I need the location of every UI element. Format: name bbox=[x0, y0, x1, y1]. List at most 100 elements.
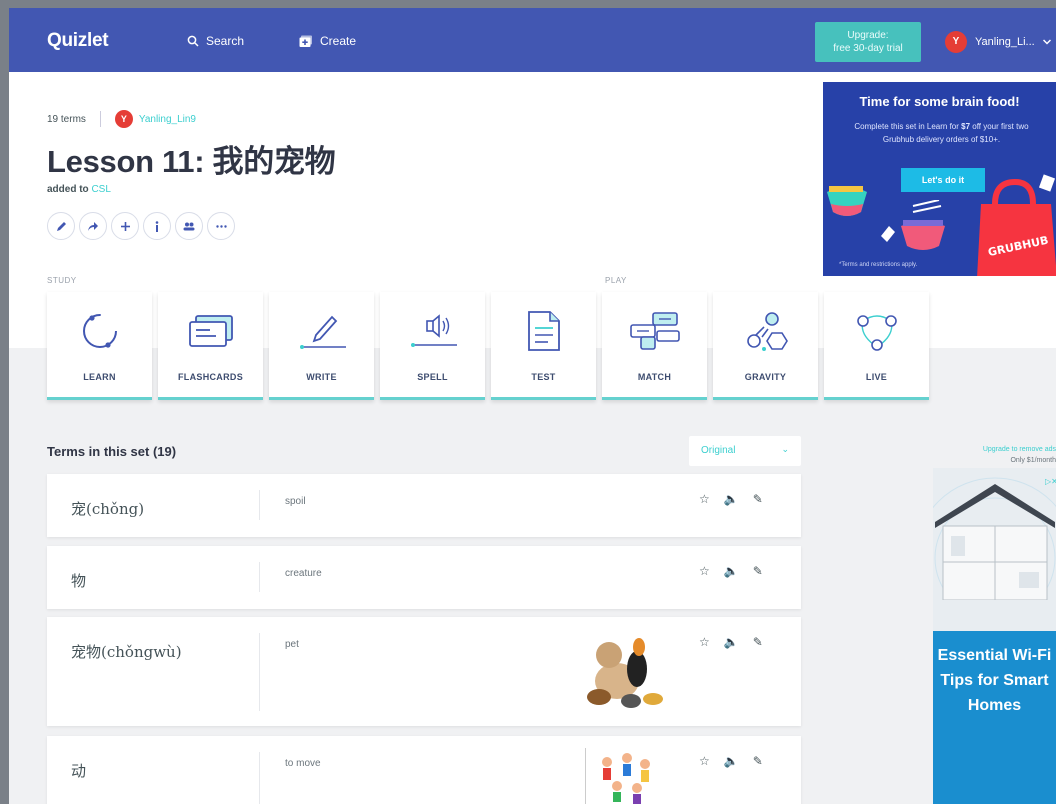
mode-live[interactable]: LIVE bbox=[824, 292, 929, 400]
edit-button[interactable] bbox=[47, 212, 75, 240]
more-button[interactable] bbox=[207, 212, 235, 240]
upgrade-line2: free 30-day trial bbox=[833, 43, 903, 54]
plus-icon bbox=[120, 221, 130, 231]
food-bowl-icon bbox=[827, 186, 895, 242]
customize-button[interactable] bbox=[175, 212, 203, 240]
audio-icon[interactable]: 🔈 bbox=[724, 564, 739, 578]
remove-ads-promo: Upgrade to remove ads Only $1/month bbox=[933, 444, 1056, 466]
create-button[interactable]: Create bbox=[299, 34, 356, 48]
term-row: 动 to move ☆ 🔈 ✎ bbox=[47, 736, 801, 804]
grubhub-bag-icon: GRUBHUB bbox=[977, 174, 1056, 276]
write-icon bbox=[299, 315, 346, 349]
mode-flashcards-label: FLASHCARDS bbox=[178, 372, 243, 382]
star-icon[interactable]: ☆ bbox=[699, 564, 710, 578]
mode-gravity[interactable]: GRAVITY bbox=[713, 292, 818, 400]
upgrade-line1: Upgrade: bbox=[847, 30, 889, 41]
match-icon bbox=[629, 312, 680, 350]
pencil-icon bbox=[56, 221, 66, 231]
house-illustration: ▷✕ bbox=[933, 477, 1056, 631]
term-word: 宠(chǒng) bbox=[71, 500, 145, 518]
ad-body: Complete this set in Learn for $7 off yo… bbox=[839, 120, 1044, 146]
grubhub-ad[interactable]: Time for some brain food! Complete this … bbox=[823, 82, 1056, 276]
people-icon bbox=[183, 222, 195, 230]
create-icon bbox=[299, 35, 312, 47]
mode-spell-label: SPELL bbox=[417, 372, 448, 382]
term-row: 宠物(chǒngwù) pet ☆ 🔈 ✎ bbox=[47, 617, 801, 726]
pencil-icon[interactable]: ✎ bbox=[753, 492, 763, 506]
mode-spell[interactable]: SPELL bbox=[380, 292, 485, 400]
quizlet-logo[interactable]: Quizlet bbox=[47, 30, 109, 52]
audio-icon[interactable]: 🔈 bbox=[724, 492, 739, 506]
mode-learn[interactable]: LEARN bbox=[47, 292, 152, 400]
learn-icon bbox=[82, 314, 117, 348]
ad-headline: Time for some brain food! bbox=[859, 94, 1020, 109]
term-word: 物 bbox=[71, 572, 87, 590]
test-icon bbox=[527, 311, 560, 351]
ad-body-1: Complete this set in Learn for bbox=[854, 122, 962, 131]
term-definition: spoil bbox=[285, 496, 306, 507]
term-tools: ☆ 🔈 ✎ bbox=[699, 564, 763, 578]
chevron-down-icon: ⌄ bbox=[781, 444, 789, 454]
pencil-icon[interactable]: ✎ bbox=[753, 754, 763, 768]
audio-icon[interactable]: 🔈 bbox=[724, 635, 739, 649]
term-count: 19 terms bbox=[47, 113, 86, 125]
wifi-ad[interactable]: ▷✕ Essential Wi-Fi Tips for Smart Homes bbox=[933, 468, 1056, 804]
term-tools: ☆ 🔈 ✎ bbox=[699, 492, 763, 506]
remove-ads-link[interactable]: Upgrade to remove ads bbox=[933, 444, 1056, 455]
ad-choices-icon[interactable]: ▷✕ bbox=[1045, 477, 1056, 486]
mode-test[interactable]: TEST bbox=[491, 292, 596, 400]
set-actions bbox=[47, 212, 235, 240]
search-label: Search bbox=[206, 34, 245, 48]
mode-live-label: LIVE bbox=[865, 372, 888, 382]
mode-flashcards[interactable]: FLASHCARDS bbox=[158, 292, 263, 400]
share-button[interactable] bbox=[79, 212, 107, 240]
term-definition: creature bbox=[285, 568, 322, 579]
ad-amount: $7 bbox=[961, 122, 971, 131]
added-prefix: added to bbox=[47, 184, 92, 195]
term-divider bbox=[259, 490, 260, 520]
upgrade-button[interactable]: Upgrade: free 30-day trial bbox=[815, 22, 921, 62]
noodle-bowl-icon bbox=[901, 200, 945, 250]
user-menu[interactable]: Y Yanling_Li... bbox=[945, 31, 1051, 53]
star-icon[interactable]: ☆ bbox=[699, 754, 710, 768]
create-label: Create bbox=[320, 34, 357, 48]
star-icon[interactable]: ☆ bbox=[699, 492, 710, 506]
term-definition: to move bbox=[285, 758, 321, 769]
flashcards-icon bbox=[188, 315, 233, 347]
pencil-icon[interactable]: ✎ bbox=[753, 635, 763, 649]
term-row: 物 creature ☆ 🔈 ✎ bbox=[47, 546, 801, 609]
author-link[interactable]: Yanling_Lin9 bbox=[139, 114, 196, 125]
info-button[interactable] bbox=[143, 212, 171, 240]
share-icon bbox=[88, 221, 98, 231]
mode-match[interactable]: MATCH bbox=[602, 292, 707, 400]
term-word: 动 bbox=[71, 762, 87, 780]
search-icon bbox=[187, 35, 199, 47]
speaker-icon bbox=[410, 314, 457, 347]
user-name: Yanling_Li... bbox=[975, 36, 1035, 48]
term-word: 宠物(chǒngwù) bbox=[71, 643, 182, 661]
audio-icon[interactable]: 🔈 bbox=[724, 754, 739, 768]
meta-divider bbox=[99, 111, 101, 127]
mode-learn-label: LEARN bbox=[83, 372, 116, 382]
pencil-icon[interactable]: ✎ bbox=[753, 564, 763, 578]
mode-write-label: WRITE bbox=[306, 372, 337, 382]
add-button[interactable] bbox=[111, 212, 139, 240]
sort-select[interactable]: Original ⌄ bbox=[689, 436, 801, 466]
info-icon bbox=[155, 220, 159, 232]
search-button[interactable]: Search bbox=[187, 34, 244, 48]
ad-cta-button[interactable]: Let's do it bbox=[901, 168, 985, 192]
ellipsis-icon bbox=[215, 224, 227, 228]
sort-selected: Original bbox=[701, 445, 736, 456]
folder-link[interactable]: CSL bbox=[91, 184, 110, 195]
play-section-label: PLAY bbox=[605, 276, 627, 285]
term-tools: ☆ 🔈 ✎ bbox=[699, 754, 763, 768]
mode-test-label: TEST bbox=[531, 372, 556, 382]
author-avatar: Y bbox=[114, 110, 133, 128]
term-tools: ☆ 🔈 ✎ bbox=[699, 635, 763, 649]
ad-fine-print: *Terms and restrictions apply. bbox=[839, 262, 918, 268]
mode-write[interactable]: WRITE bbox=[269, 292, 374, 400]
star-icon[interactable]: ☆ bbox=[699, 635, 710, 649]
term-divider bbox=[259, 562, 260, 592]
gravity-icon bbox=[746, 312, 788, 351]
pets-image bbox=[587, 638, 663, 708]
